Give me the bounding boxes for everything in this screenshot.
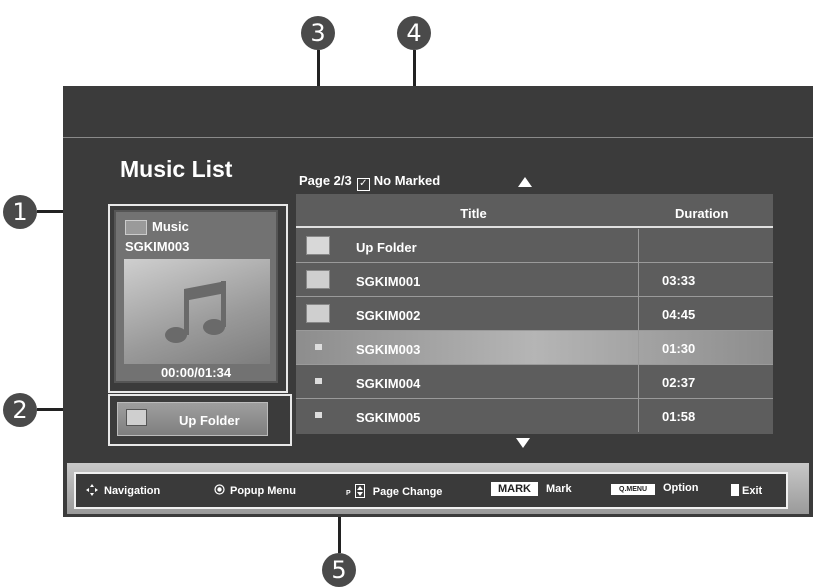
column-separator [638, 399, 639, 432]
exit-label: Exit [742, 485, 763, 497]
callout-4: 4 [397, 16, 431, 50]
scroll-down-arrow-icon[interactable] [516, 438, 530, 448]
screen-divider [63, 137, 813, 138]
column-separator [638, 297, 639, 330]
column-header-title: Title [460, 206, 487, 221]
footer-page-change: P Page Change [346, 484, 442, 498]
table-row-up-folder[interactable]: Up Folder [296, 229, 773, 263]
footer-mark: MARK Mark [491, 482, 572, 496]
up-folder-button-frame: Up Folder [108, 394, 292, 446]
qmenu-key-icon: Q.MENU [611, 484, 655, 495]
row-name: Up Folder [356, 240, 417, 255]
table-row-selected[interactable]: SGKIM003 01:30 [296, 331, 773, 365]
file-icon [315, 378, 322, 384]
mark-key-icon: MARK [491, 482, 538, 496]
current-song-name: SGKIM003 [125, 239, 190, 254]
preview-panel-frame: Music SGKIM003 00:00/01:34 [108, 204, 288, 393]
row-name: SGKIM002 [356, 308, 421, 323]
file-icon [315, 344, 322, 350]
page-prefix: P [346, 490, 351, 497]
column-separator [638, 263, 639, 296]
navigation-arrows-icon [86, 484, 98, 496]
page-change-label: Page Change [372, 486, 443, 498]
footer-popup-menu: Popup Menu [214, 484, 296, 497]
mark-status: No Marked [373, 173, 441, 188]
preview-panel: Music SGKIM003 00:00/01:34 [114, 210, 278, 383]
footer-help-bar: Navigation Popup Menu P Page Change MARK… [74, 472, 788, 509]
popup-menu-label: Popup Menu [230, 485, 296, 497]
up-folder-button[interactable]: Up Folder [117, 402, 268, 436]
folder-icon [125, 220, 147, 235]
tv-screen: Music List Page 2/3 ✓ No Marked Music SGKI… [63, 86, 813, 517]
callout-5: 5 [322, 553, 356, 587]
folder-icon [306, 304, 330, 323]
row-name: SGKIM001 [356, 274, 421, 289]
row-duration: 04:45 [662, 307, 696, 322]
folder-icon [306, 270, 330, 289]
row-name: SGKIM005 [356, 410, 421, 425]
up-folder-icon [126, 409, 147, 426]
music-file-table: Title Duration Up Folder SGKIM001 03:33 … [296, 194, 773, 434]
table-header: Title Duration [296, 194, 773, 228]
table-row[interactable]: SGKIM001 03:33 [296, 263, 773, 297]
footer-navigation: Navigation [86, 484, 160, 497]
page-up-down-icon [354, 484, 365, 498]
music-note-icon [165, 281, 226, 343]
column-header-duration: Duration [675, 206, 729, 221]
current-folder-name: Music [152, 219, 189, 234]
table-row[interactable]: SGKIM002 04:45 [296, 297, 773, 331]
row-duration: 01:58 [662, 409, 696, 424]
row-duration: 03:33 [662, 273, 696, 288]
option-label: Option [663, 482, 699, 494]
callout-3: 3 [301, 16, 335, 50]
page-title: Music List [120, 156, 233, 182]
footer-exit: Exit [731, 484, 762, 497]
mark-checkbox-icon: ✓ [356, 178, 370, 191]
row-name: SGKIM003 [356, 342, 421, 357]
page-status: Page 2/3 ✓ No Marked [299, 173, 441, 191]
column-separator [638, 331, 639, 364]
file-icon [315, 412, 322, 418]
footer-option: Q.MENU Option [611, 482, 698, 495]
album-art [124, 259, 270, 364]
exit-key-icon [731, 484, 739, 496]
up-folder-button-label: Up Folder [179, 413, 240, 428]
table-row[interactable]: SGKIM004 02:37 [296, 365, 773, 399]
callout-1: 1 [3, 195, 37, 229]
up-folder-icon [306, 236, 330, 255]
row-duration: 02:37 [662, 375, 696, 390]
callout-2: 2 [3, 393, 37, 427]
page-indicator: Page 2/3 [299, 173, 352, 188]
table-row[interactable]: SGKIM005 01:58 [296, 399, 773, 433]
scroll-up-arrow-icon[interactable] [518, 177, 532, 187]
column-separator [638, 365, 639, 398]
mark-label: Mark [546, 483, 572, 495]
row-name: SGKIM004 [356, 376, 421, 391]
navigation-label: Navigation [104, 485, 161, 497]
row-duration: 01:30 [662, 341, 696, 356]
ok-button-icon [214, 484, 225, 495]
playback-time: 00:00/01:34 [160, 365, 232, 380]
column-separator [638, 229, 639, 262]
